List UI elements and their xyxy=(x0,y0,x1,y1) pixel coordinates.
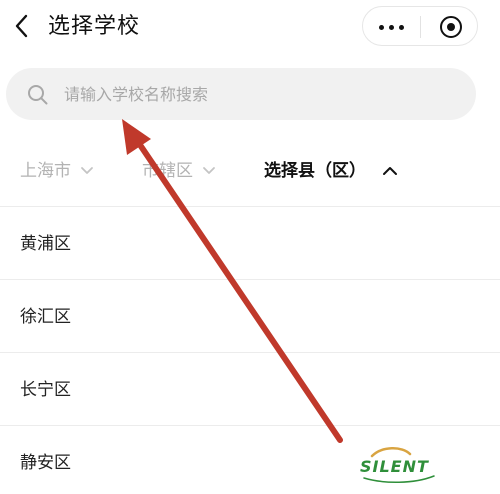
search-bar[interactable] xyxy=(6,68,476,120)
chevron-down-icon xyxy=(81,167,94,174)
navigation-bar: 选择学校 xyxy=(0,0,500,56)
close-mini-program-button[interactable] xyxy=(421,7,479,47)
page-title: 选择学校 xyxy=(48,14,141,39)
filter-city[interactable]: 市辖区 xyxy=(142,158,216,184)
back-button[interactable] xyxy=(10,12,34,40)
filter-province[interactable]: 上海市 xyxy=(20,158,94,184)
list-item-label: 长宁区 xyxy=(20,380,71,400)
watermark-text: SILENT xyxy=(360,457,429,476)
region-filter-bar: 上海市 市辖区 选择县（区） xyxy=(0,140,500,200)
list-item-huangpu[interactable]: 黄浦区 xyxy=(0,206,500,279)
mini-program-capsule xyxy=(362,6,478,46)
chevron-up-icon xyxy=(382,167,397,175)
silent-watermark-logo: SILENT xyxy=(354,444,450,488)
filter-province-label: 上海市 xyxy=(20,161,71,181)
list-item-changning[interactable]: 长宁区 xyxy=(0,352,500,425)
search-icon xyxy=(28,85,48,105)
filter-city-label: 市辖区 xyxy=(142,161,193,181)
chevron-left-icon xyxy=(15,14,28,38)
list-item-label: 静安区 xyxy=(20,453,71,473)
list-item-label: 黄浦区 xyxy=(20,234,71,254)
list-item-label: 徐汇区 xyxy=(20,307,71,327)
filter-district-label: 选择县（区） xyxy=(264,161,366,181)
more-button[interactable] xyxy=(363,7,420,47)
chevron-down-icon xyxy=(203,167,216,174)
search-input[interactable] xyxy=(64,82,444,106)
filter-district[interactable]: 选择县（区） xyxy=(264,158,398,184)
list-item-xuhui[interactable]: 徐汇区 xyxy=(0,279,500,352)
